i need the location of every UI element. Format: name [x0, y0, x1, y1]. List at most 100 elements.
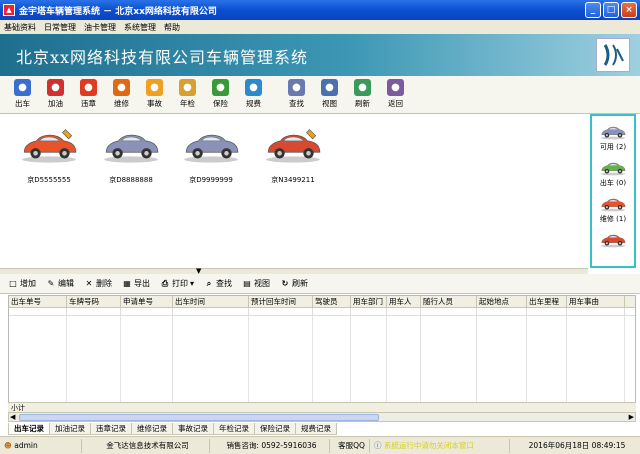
car-icon — [184, 134, 239, 163]
tab-record-3[interactable]: 维修记录 — [131, 423, 173, 435]
subtotal-row: 小计 — [8, 402, 636, 412]
status-filter-label: 维修 (1) — [599, 215, 627, 223]
column-divider — [566, 316, 567, 410]
scroll-left-icon[interactable]: ◀ — [10, 413, 15, 421]
toolbar-button-fuel[interactable]: ● 加油 — [39, 76, 72, 112]
record-button-delete[interactable]: ✕ 删除 — [84, 278, 112, 289]
tab-record-1[interactable]: 加油记录 — [49, 423, 91, 435]
subtotal-label: 小计 — [11, 404, 25, 412]
vehicle-plate: 京D5555555 — [27, 176, 71, 184]
toolbar-button-repair[interactable]: ● 维修 — [105, 76, 138, 112]
table-cell[interactable] — [527, 308, 567, 315]
status-filter-item[interactable]: 维修 (1) — [592, 194, 634, 224]
maximize-button[interactable]: □ — [603, 2, 619, 18]
record-button-search[interactable]: ⌕ 查找 — [204, 278, 232, 289]
scroll-right-icon[interactable]: ▶ — [629, 413, 634, 421]
toolbar-button-refresh[interactable]: ● 刷新 — [346, 76, 379, 112]
record-button-edit[interactable]: ✎ 编辑 — [46, 278, 74, 289]
search-icon: ● — [288, 79, 305, 96]
table-cell[interactable] — [351, 308, 387, 315]
column-header[interactable]: 随行人员 — [421, 296, 477, 307]
toolbar-button-fees[interactable]: ● 规费 — [237, 76, 270, 112]
tab-record-4[interactable]: 事故记录 — [172, 423, 214, 435]
record-button-label: 编辑 — [58, 279, 74, 288]
record-button-export[interactable]: ▦ 导出 — [122, 278, 150, 289]
horizontal-scrollbar[interactable]: ◀ ▶ — [8, 412, 636, 422]
toolbar-button-insurance[interactable]: ● 保险 — [204, 76, 237, 112]
column-header[interactable]: 驾驶员 — [313, 296, 351, 307]
vehicle-card[interactable]: 京D9999999 — [176, 125, 246, 185]
column-divider — [120, 316, 121, 410]
toolbar-button-search[interactable]: ● 查找 — [280, 76, 313, 112]
car-out-icon: ● — [14, 79, 31, 96]
toolbar-button-accident[interactable]: ● 事故 — [138, 76, 171, 112]
refresh-icon: ● — [354, 79, 371, 96]
scrollbar-thumb[interactable] — [19, 414, 379, 421]
menu-system-management[interactable]: 系统管理 — [124, 22, 156, 33]
toolbar-button-view[interactable]: ● 视图 — [313, 76, 346, 112]
column-header[interactable]: 出车里程 — [527, 296, 567, 307]
toolbar-button-return[interactable]: ● 返回 — [379, 76, 412, 112]
toolbar-button-label: 视图 — [322, 99, 337, 108]
record-button-refresh[interactable]: ↻ 刷新 — [280, 278, 308, 289]
window-title-bar[interactable]: ▲ 金宇塔车辆管理系统 － 北京xx网络科技有限公司 _ □ × — [0, 0, 640, 20]
table-cell[interactable] — [387, 308, 421, 315]
tab-record-7[interactable]: 规费记录 — [295, 423, 337, 435]
tab-record-5[interactable]: 年检记录 — [213, 423, 255, 435]
close-button[interactable]: × — [621, 2, 637, 18]
toolbar-button-car-out[interactable]: ● 出车 — [6, 76, 39, 112]
toolbar-button-inspection[interactable]: ● 年检 — [171, 76, 204, 112]
table-cell[interactable] — [173, 308, 249, 315]
column-header[interactable]: 申请单号 — [121, 296, 173, 307]
table-row[interactable] — [9, 308, 635, 316]
status-filter-item[interactable] — [592, 230, 634, 250]
table-cell[interactable] — [249, 308, 313, 315]
info-icon: ⓘ — [374, 440, 382, 450]
tab-record-0[interactable]: 出车记录 — [8, 423, 50, 435]
table-cell[interactable] — [9, 308, 67, 315]
menu-basic-data[interactable]: 基础资料 — [4, 22, 36, 33]
table-cell[interactable] — [567, 308, 625, 315]
menu-fuel-card[interactable]: 油卡管理 — [84, 22, 116, 33]
status-filter-label: 出车 (0) — [599, 179, 627, 187]
table-body[interactable] — [9, 316, 635, 410]
column-header[interactable]: 出车时间 — [173, 296, 249, 307]
chevron-down-icon[interactable]: ▾ — [190, 279, 194, 288]
table-cell[interactable] — [313, 308, 351, 315]
status-company: 金飞达信息技术有限公司 — [82, 438, 210, 453]
tab-record-2[interactable]: 违章记录 — [90, 423, 132, 435]
column-header[interactable]: 起始地点 — [477, 296, 527, 307]
table-cell[interactable] — [421, 308, 477, 315]
column-header[interactable]: 用车事由 — [567, 296, 625, 307]
vehicle-card[interactable]: 京D5555555 — [14, 125, 84, 185]
vehicle-area: 京D5555555 京D8888888 京D9999999 京N3499211 — [0, 115, 588, 270]
column-header[interactable]: 用车部门 — [351, 296, 387, 307]
window-controls: _ □ × — [585, 2, 637, 18]
record-button-print[interactable]: ⎙ 打印 ▾ — [160, 278, 194, 289]
record-button-label: 打印 — [172, 279, 188, 288]
column-header[interactable]: 车牌号码 — [67, 296, 121, 307]
status-filter-item[interactable]: 出车 (0) — [592, 158, 634, 188]
window-title: 金宇塔车辆管理系统 － 北京xx网络科技有限公司 — [19, 6, 217, 17]
no-entry-icon: ● — [80, 79, 97, 96]
status-filter-item[interactable]: 可用 (2) — [592, 122, 634, 152]
tab-record-6[interactable]: 保险记录 — [254, 423, 296, 435]
vehicle-card[interactable]: 京N3499211 — [258, 125, 328, 185]
table-cell[interactable] — [121, 308, 173, 315]
car-icon — [600, 234, 626, 248]
toolbar-button-no-entry[interactable]: ● 违章 — [72, 76, 105, 112]
toolbar-button-label: 查找 — [289, 99, 304, 108]
record-button-add[interactable]: □ 增加 — [8, 278, 36, 289]
insurance-icon: ● — [212, 79, 229, 96]
car-icon — [600, 198, 626, 212]
menu-daily-management[interactable]: 日常管理 — [44, 22, 76, 33]
vehicle-card[interactable]: 京D8888888 — [96, 125, 166, 185]
record-button-view[interactable]: ▤ 视图 — [242, 278, 270, 289]
column-header[interactable]: 预计回车时间 — [249, 296, 313, 307]
column-header[interactable]: 出车单号 — [9, 296, 67, 307]
minimize-button[interactable]: _ — [585, 2, 601, 18]
table-cell[interactable] — [477, 308, 527, 315]
column-header[interactable]: 用车人 — [387, 296, 421, 307]
menu-help[interactable]: 帮助 — [164, 22, 180, 33]
table-cell[interactable] — [67, 308, 121, 315]
